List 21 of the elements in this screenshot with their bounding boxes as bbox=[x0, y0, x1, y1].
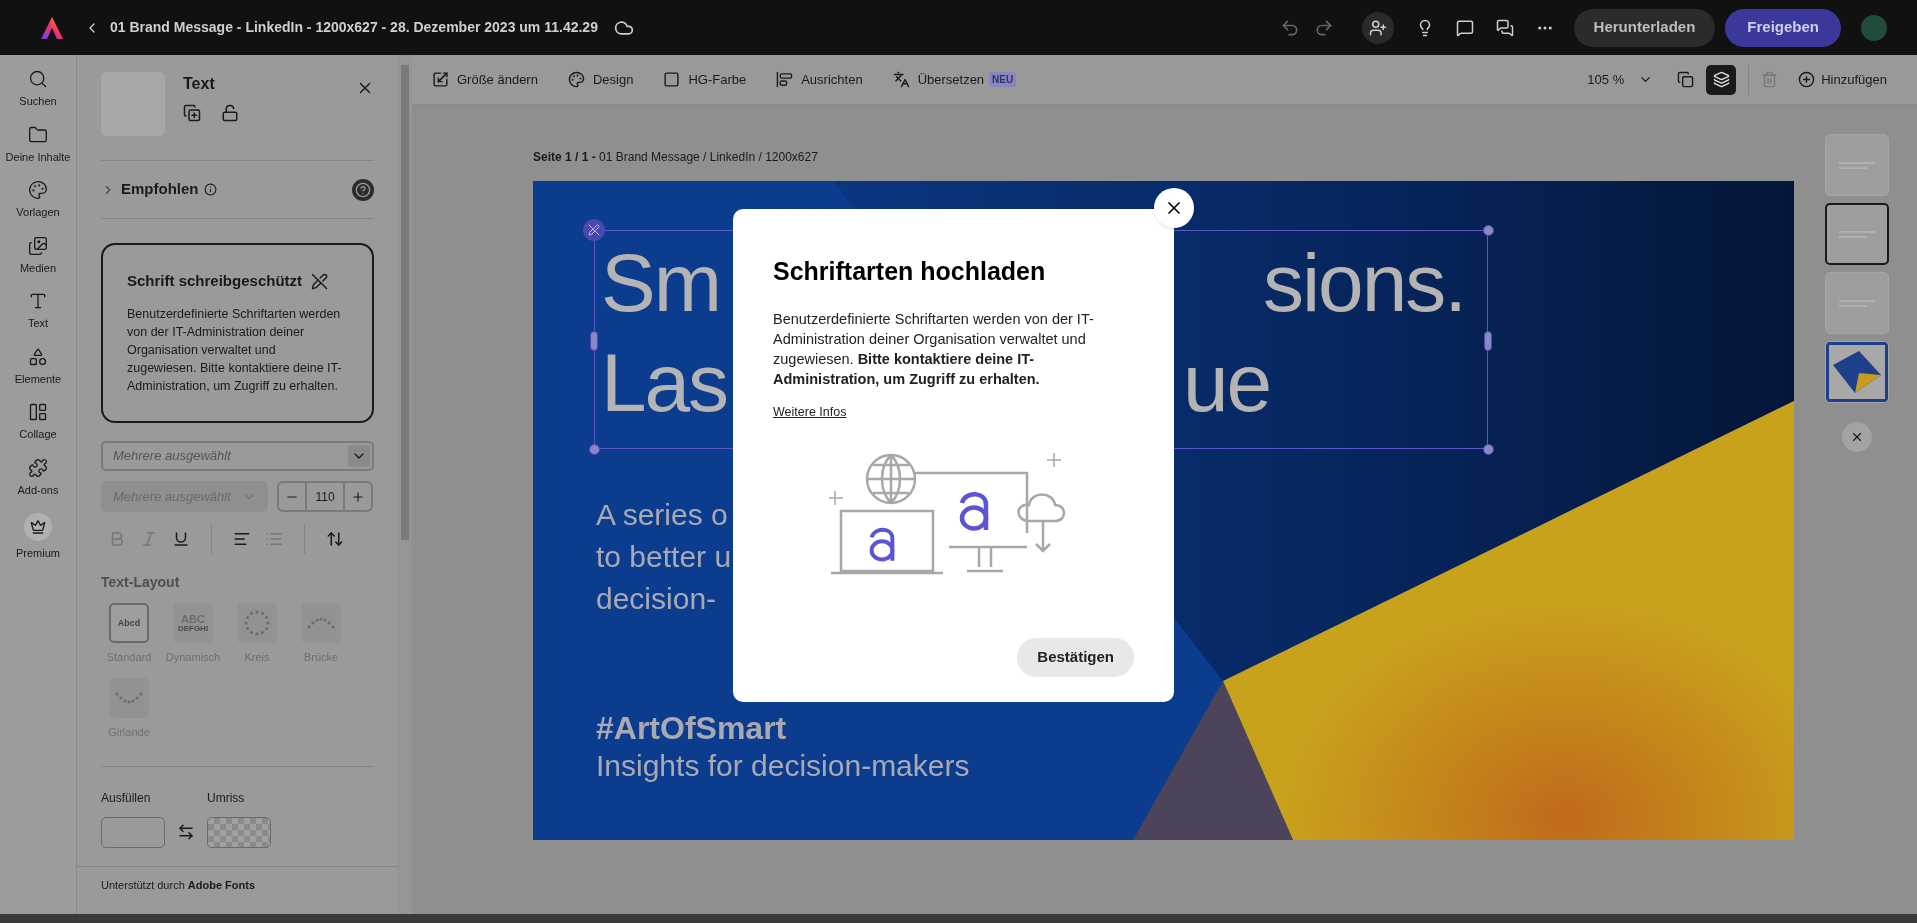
notice-title: Schrift schreibgeschützt bbox=[127, 271, 303, 291]
headline-text: Sm bbox=[601, 236, 721, 330]
subtitle-text: A series o bbox=[596, 497, 729, 533]
dialog-title: Schriftarten hochladen bbox=[773, 256, 1047, 287]
page-breadcrumb: Seite 1 / 1 - 01 Brand Message / LinkedIn / 1200x627 bbox=[533, 149, 819, 166]
tagline-text: Insights for decision-makers bbox=[596, 748, 970, 784]
fill-label: Ausfüllen bbox=[101, 790, 152, 807]
subtitle-text: decision- bbox=[596, 581, 718, 617]
dialog-text: Benutzerdefinierte Schriftarten werden von der IT-Administration deiner Organisation verwaltet und zugewiesen. Bitte kontaktiere deine IT-Administration, um Zugriff zu erhalten. bbox=[773, 309, 1095, 389]
headline-text: sions. bbox=[1262, 236, 1465, 330]
headline-text: ue bbox=[1183, 336, 1272, 430]
footer-text: Unterstützt durch Adobe Fonts bbox=[101, 878, 257, 893]
headline-text: Las bbox=[601, 336, 728, 430]
notice-text: Benutzerdefinierte Schriftarten werden von der IT-Administration deiner Organisation verwaltet und zugewiesen. Bitte kontaktiere deine IT-Administration, um Zugriff zu erhalten. bbox=[127, 305, 343, 395]
panel-title: Text bbox=[183, 74, 216, 94]
document-title: 01 Brand Message - LinkedIn - 1200x627 - 28. Dezember 2023 um 11.42.29 bbox=[110, 18, 598, 37]
hashtag-text: #ArtOfSmart bbox=[596, 709, 787, 748]
new-badge: NEU bbox=[989, 72, 1017, 87]
layout-heading: Text-Layout bbox=[101, 573, 181, 592]
stroke-label: Umriss bbox=[207, 790, 246, 807]
subtitle-text: to better u bbox=[596, 539, 732, 575]
